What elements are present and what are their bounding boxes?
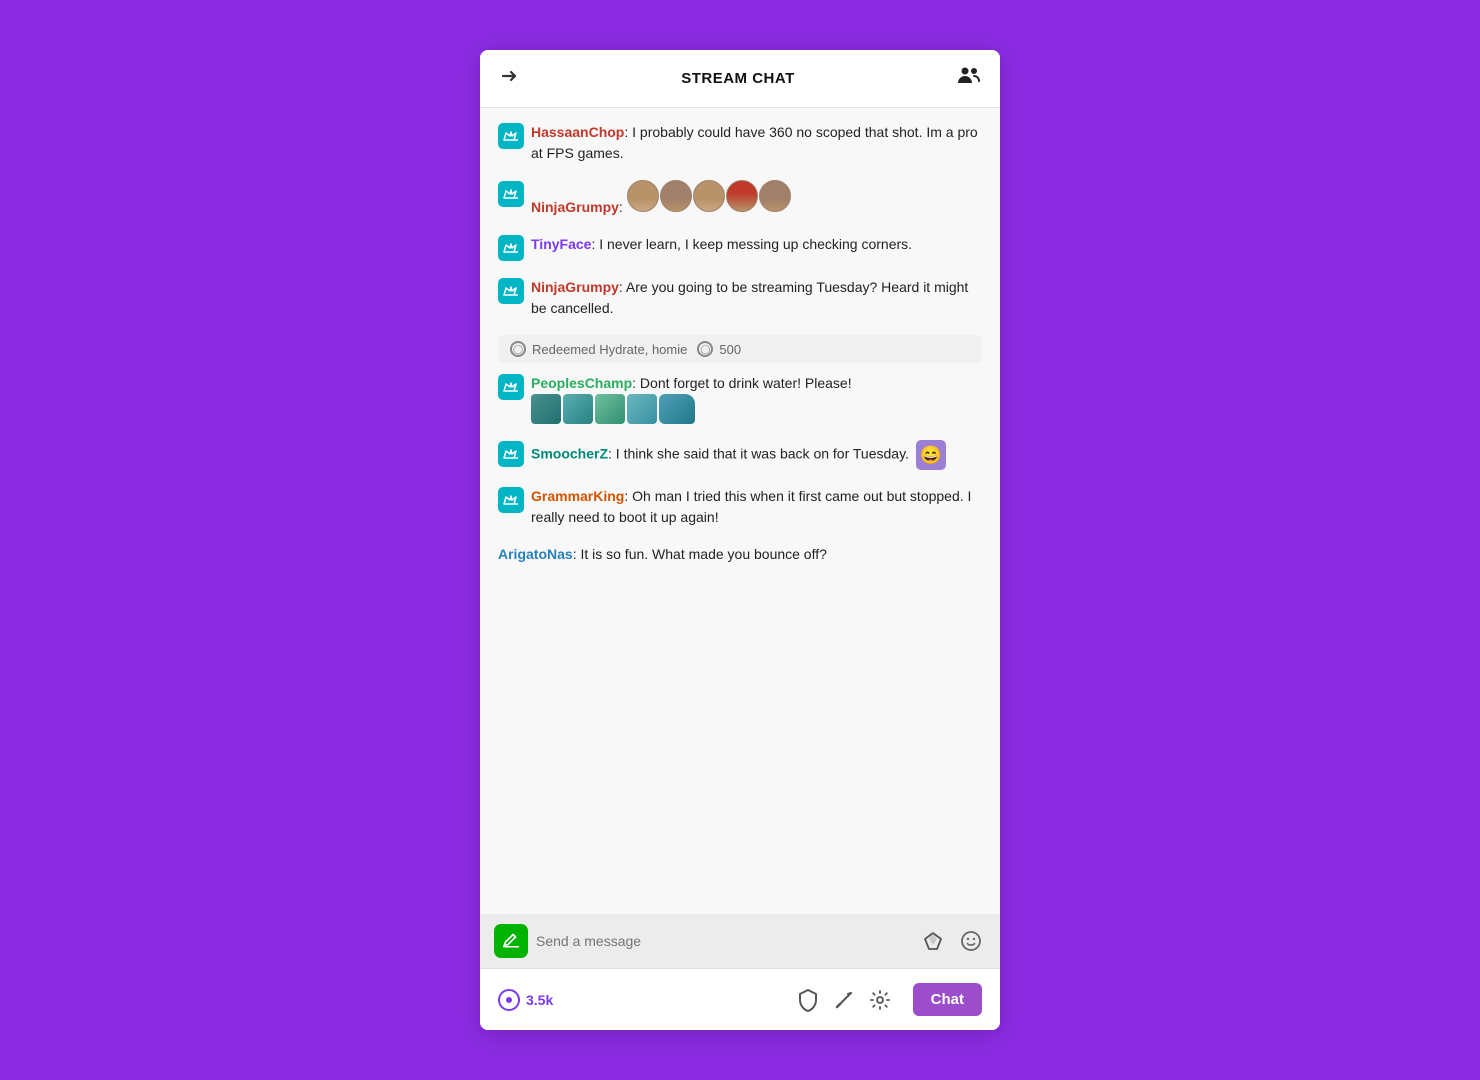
- emote: [563, 394, 593, 424]
- redemption-points: 500: [719, 342, 741, 357]
- emote: [531, 394, 561, 424]
- header-title: STREAM CHAT: [681, 70, 795, 87]
- chat-panel: STREAM CHAT HassaanChop: I probably coul…: [480, 50, 1000, 1030]
- viewer-count: 3.5k: [498, 989, 553, 1011]
- message-input-area: [480, 914, 1000, 968]
- bottom-action-bar: Chat: [797, 983, 982, 1016]
- crown-badge: [498, 441, 524, 467]
- crown-badge: [498, 487, 524, 513]
- chat-message: ArigatoNas: It is so fun. What made you …: [498, 544, 982, 565]
- shield-icon[interactable]: [797, 988, 819, 1012]
- chat-message: NinjaGrumpy: Are you going to be streami…: [498, 277, 982, 319]
- chat-button[interactable]: Chat: [913, 983, 982, 1016]
- message-text: : I never learn, I keep messing up check…: [591, 236, 912, 252]
- messages-area: HassaanChop: I probably could have 360 n…: [480, 108, 1000, 914]
- emote: [759, 180, 791, 212]
- emote: [627, 394, 657, 424]
- username: NinjaGrumpy: [531, 199, 619, 215]
- cheers-icon[interactable]: [918, 926, 948, 956]
- redemption-text: Redeemed Hydrate, homie: [532, 342, 687, 357]
- crown-badge: [498, 278, 524, 304]
- message-content: SmoocherZ: I think she said that it was …: [531, 440, 982, 470]
- message-text: : It is so fun. What made you bounce off…: [573, 546, 827, 562]
- message-input[interactable]: [536, 933, 910, 949]
- message-content: NinjaGrumpy: Are you going to be streami…: [531, 277, 982, 319]
- crown-badge: [498, 374, 524, 400]
- collapse-icon[interactable]: [498, 65, 520, 93]
- crown-badge: [498, 235, 524, 261]
- viewer-count-label: 3.5k: [526, 992, 553, 1008]
- coin-points-icon: ◯: [697, 341, 713, 357]
- message-content: HassaanChop: I probably could have 360 n…: [531, 122, 982, 164]
- chat-message: TinyFace: I never learn, I keep messing …: [498, 234, 982, 261]
- username: NinjaGrumpy: [531, 279, 619, 295]
- username: SmoocherZ: [531, 446, 608, 462]
- compose-icon-button[interactable]: [494, 924, 528, 958]
- emote: [726, 180, 758, 212]
- message-content: NinjaGrumpy:: [531, 180, 982, 218]
- chat-message: SmoocherZ: I think she said that it was …: [498, 440, 982, 470]
- users-icon[interactable]: [956, 63, 982, 95]
- crown-badge: [498, 181, 524, 207]
- coin-icon: ◯: [510, 341, 526, 357]
- emote: 😄: [916, 440, 946, 470]
- sword-icon[interactable]: [833, 989, 855, 1011]
- message-content: PeoplesChamp: Dont forget to drink water…: [531, 373, 982, 424]
- emote: [659, 394, 695, 424]
- message-content: GrammarKing: Oh man I tried this when it…: [531, 486, 982, 528]
- message-text: : I think she said that it was back on f…: [608, 446, 913, 462]
- message-content: TinyFace: I never learn, I keep messing …: [531, 234, 982, 255]
- username: ArigatoNas: [498, 546, 573, 562]
- emote-picker-icon[interactable]: [956, 926, 986, 956]
- username: PeoplesChamp: [531, 375, 632, 391]
- viewer-icon: [498, 989, 520, 1011]
- username: GrammarKing: [531, 488, 624, 504]
- emote: [595, 394, 625, 424]
- chat-message: NinjaGrumpy:: [498, 180, 982, 218]
- username: HassaanChop: [531, 124, 624, 140]
- message-text: :: [619, 199, 627, 215]
- bottom-bar: 3.5k: [480, 968, 1000, 1030]
- chat-message: PeoplesChamp: Dont forget to drink water…: [498, 373, 982, 424]
- emote: [693, 180, 725, 212]
- emote: [660, 180, 692, 212]
- settings-icon[interactable]: [869, 989, 891, 1011]
- message-content: ArigatoNas: It is so fun. What made you …: [498, 544, 982, 565]
- message-text: : Dont forget to drink water! Please!: [632, 375, 851, 391]
- emote-group: [531, 394, 695, 424]
- username: TinyFace: [531, 236, 591, 252]
- chat-message: GrammarKing: Oh man I tried this when it…: [498, 486, 982, 528]
- emote-group: [627, 180, 791, 212]
- redemption-notice: ◯ Redeemed Hydrate, homie ◯ 500: [498, 335, 982, 363]
- emote: [627, 180, 659, 212]
- chat-message: HassaanChop: I probably could have 360 n…: [498, 122, 982, 164]
- crown-badge: [498, 123, 524, 149]
- chat-header: STREAM CHAT: [480, 50, 1000, 108]
